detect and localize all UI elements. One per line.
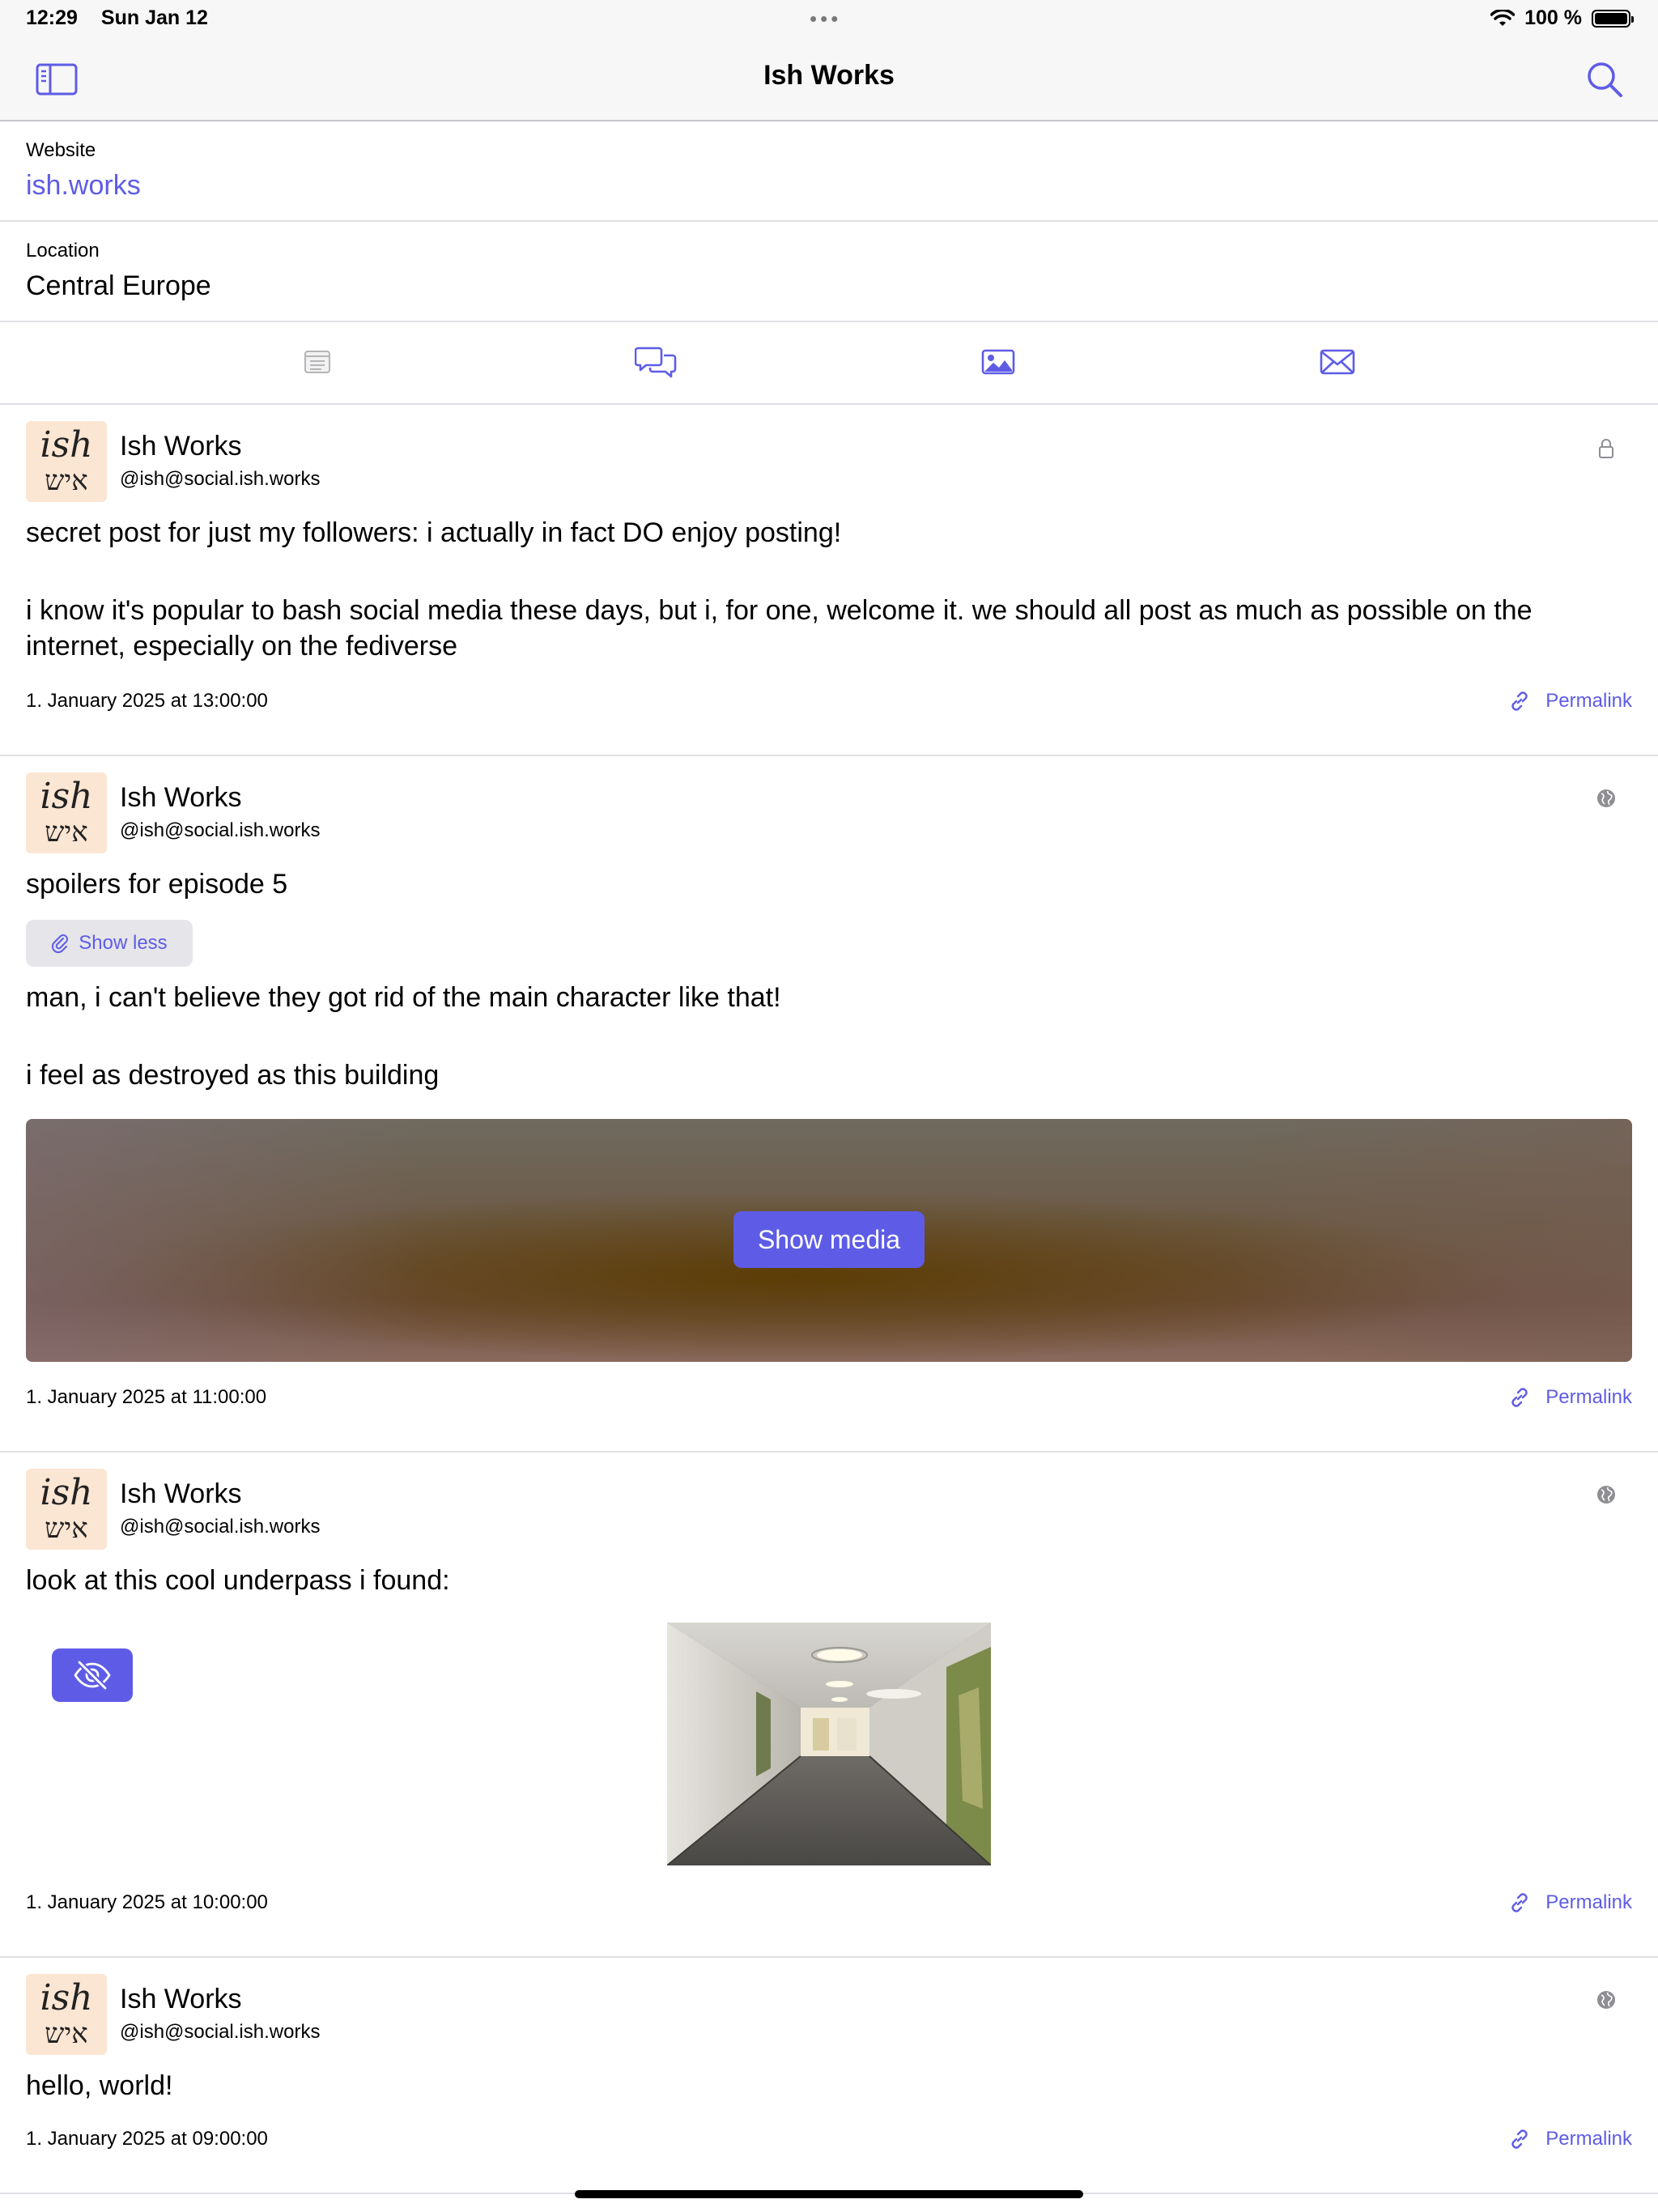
permalink-label: Permalink	[1545, 1386, 1632, 1408]
status-time-date: 12:29 Sun Jan 12	[26, 6, 226, 30]
permalink-label: Permalink	[1545, 2128, 1632, 2150]
permalink-label: Permalink	[1545, 690, 1632, 712]
mail-icon	[1320, 349, 1355, 375]
avatar[interactable]: ish איש	[26, 421, 107, 502]
author-handle[interactable]: @ish@social.ish.works	[120, 2021, 320, 2044]
post-text: look at this cool underpass i found:	[26, 1565, 450, 1596]
globe-icon	[1595, 1483, 1618, 1506]
permalink-button[interactable]: Permalink	[1508, 1386, 1632, 1409]
content-warning: spoilers for episode 5	[26, 869, 288, 900]
location-row: Location Central Europe	[0, 222, 1658, 322]
blurred-media-preview[interactable]: Show media	[26, 1119, 1632, 1362]
post[interactable]: ish איש Ish Works @ish@social.ish.works …	[0, 1958, 1658, 2194]
author-handle[interactable]: @ish@social.ish.works	[120, 819, 320, 842]
replies-icon	[635, 347, 677, 378]
post-date: 1. January 2025 at 10:00:00	[26, 1891, 268, 1913]
status-time: 12:29	[26, 6, 78, 29]
page-title: Ish Works	[763, 60, 895, 91]
globe-icon	[1595, 1989, 1618, 2011]
author-name[interactable]: Ish Works	[120, 1478, 242, 1510]
globe-icon	[1595, 787, 1618, 810]
permalink-button[interactable]: Permalink	[1508, 1891, 1632, 1914]
hide-media-button[interactable]	[52, 1648, 133, 1702]
avatar-text-latin: ish	[40, 1472, 93, 1513]
avatar-text-hebrew: איש	[45, 2018, 88, 2050]
tab-replies[interactable]	[631, 343, 680, 381]
post[interactable]: ish איש Ish Works @ish@social.ish.works …	[0, 405, 1658, 756]
home-indicator[interactable]	[575, 2190, 1083, 2198]
profile-tabs	[0, 321, 1658, 405]
wifi-icon	[1490, 9, 1516, 26]
website-row: Website ish.works	[0, 121, 1658, 222]
website-label: Website	[26, 139, 96, 161]
link-icon	[1511, 2129, 1528, 2149]
status-indicators: 100 %	[1490, 6, 1634, 30]
show-less-button[interactable]: Show less	[26, 920, 193, 967]
tab-posts[interactable]	[293, 343, 342, 381]
posts-icon	[304, 351, 330, 373]
link-icon	[1511, 691, 1528, 711]
status-date: Sun Jan 12	[100, 6, 208, 29]
website-link[interactable]: ish.works	[26, 170, 141, 202]
author-name[interactable]: Ish Works	[120, 782, 242, 814]
status-bar: 12:29 Sun Jan 12 ••• 100 %	[0, 0, 1658, 39]
lock-icon	[1595, 437, 1618, 460]
navigation-bar: Ish Works	[0, 39, 1658, 121]
tab-media[interactable]	[974, 343, 1022, 381]
post-text: man, i can't believe they got rid of the…	[26, 982, 781, 1013]
post-date: 1. January 2025 at 13:00:00	[26, 690, 268, 712]
avatar[interactable]: ish איש	[26, 1974, 107, 2055]
author-handle[interactable]: @ish@social.ish.works	[120, 468, 320, 491]
underpass-image	[667, 1623, 991, 1865]
avatar[interactable]: ish איש	[26, 1469, 107, 1550]
battery-percent: 100 %	[1524, 6, 1582, 29]
underpass-photo[interactable]	[667, 1623, 991, 1865]
location-value: Central Europe	[26, 270, 211, 301]
battery-icon	[1592, 9, 1634, 28]
avatar-text-latin: ish	[40, 424, 93, 466]
tab-mentions[interactable]	[1313, 343, 1362, 381]
avatar-text-hebrew: איש	[45, 465, 88, 497]
avatar-text-latin: ish	[40, 776, 93, 817]
location-label: Location	[26, 240, 100, 262]
avatar[interactable]: ish איש	[26, 772, 107, 853]
permalink-button[interactable]: Permalink	[1508, 690, 1632, 713]
permalink-label: Permalink	[1545, 1891, 1632, 1913]
permalink-button[interactable]: Permalink	[1508, 2128, 1632, 2150]
avatar-text-hebrew: איש	[45, 816, 88, 849]
show-less-label: Show less	[79, 932, 168, 954]
link-icon	[1511, 1893, 1528, 1912]
post-text: secret post for just my followers: i act…	[26, 517, 842, 548]
paperclip-icon	[52, 934, 69, 954]
post-text: i know it's popular to bash social media…	[26, 595, 1533, 661]
search-icon	[1588, 62, 1622, 97]
post-text: i feel as destroyed as this building	[26, 1060, 440, 1091]
avatar-text-hebrew: איש	[45, 1512, 88, 1545]
post-date: 1. January 2025 at 11:00:00	[26, 1386, 267, 1408]
author-name[interactable]: Ish Works	[120, 431, 242, 462]
link-icon	[1511, 1388, 1528, 1407]
author-handle[interactable]: @ish@social.ish.works	[120, 1516, 320, 1538]
author-name[interactable]: Ish Works	[120, 1984, 242, 2015]
post[interactable]: ish איש Ish Works @ish@social.ish.works …	[0, 1453, 1658, 1958]
search-button[interactable]	[1582, 58, 1627, 100]
post[interactable]: ish איש Ish Works @ish@social.ish.works …	[0, 756, 1658, 1453]
multitasking-dots[interactable]: •••	[810, 6, 841, 32]
avatar-text-latin: ish	[40, 1977, 93, 2018]
eye-slash-icon	[74, 1661, 111, 1690]
post-text: hello, world!	[26, 2070, 173, 2101]
media-icon	[981, 349, 1015, 375]
show-media-button[interactable]: Show media	[733, 1211, 925, 1268]
post-date: 1. January 2025 at 09:00:00	[26, 2128, 268, 2150]
